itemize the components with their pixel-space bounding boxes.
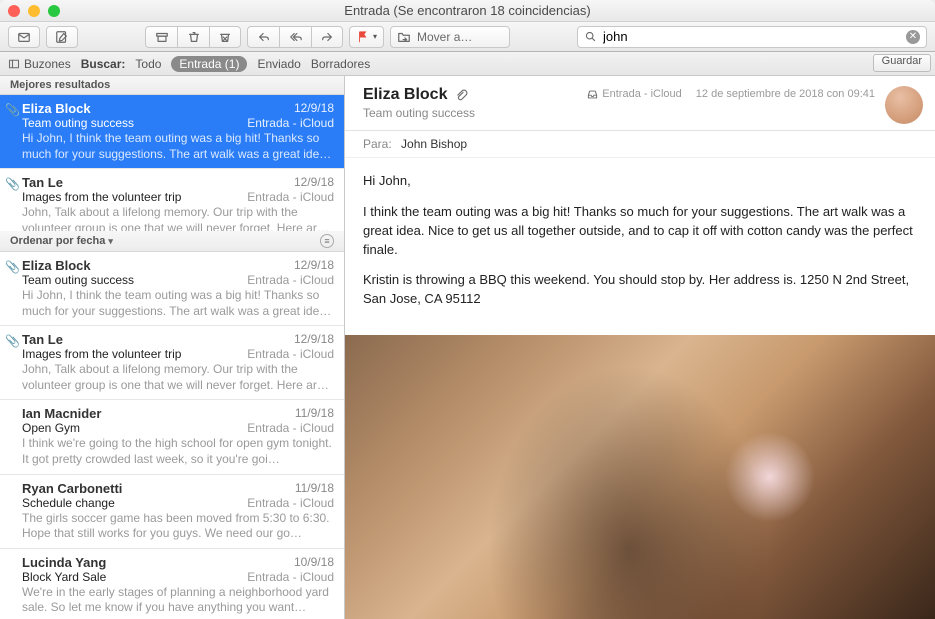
window-title: Entrada (Se encontraron 18 coincidencias… <box>0 3 935 18</box>
delete-button[interactable] <box>177 26 209 48</box>
junk-delete-group <box>145 26 241 48</box>
message-subject: Images from the volunteer trip <box>22 190 181 204</box>
minimize-window-button[interactable] <box>28 5 40 17</box>
message-row[interactable]: Ryan Carbonetti 11/9/18 Schedule change Ent… <box>0 475 344 549</box>
message-mailbox: Entrada - iCloud <box>247 116 334 130</box>
message-preview: John, Talk about a lifelong memory. Our … <box>22 205 334 231</box>
toolbar: ▾ Mover a… ✕ <box>0 22 935 52</box>
message-subject: Block Yard Sale <box>22 570 106 584</box>
reader-pane: Eliza Block Team outing success Entrada … <box>345 76 935 619</box>
attachment-icon <box>455 89 468 102</box>
search-field[interactable]: ✕ <box>577 26 927 48</box>
sender-avatar <box>885 86 923 124</box>
message-row[interactable]: 📎Tan Le 12/9/18 Images from the volunteer … <box>0 169 344 231</box>
message-date: 11/9/18 <box>295 406 334 421</box>
search-filter-bar: Buzones Buscar: Todo Entrada (1) Enviado… <box>0 52 935 76</box>
message-date: 12/9/18 <box>294 175 334 190</box>
message-subject: Team outing success <box>22 273 134 287</box>
maximize-window-button[interactable] <box>48 5 60 17</box>
scope-inbox[interactable]: Entrada (1) <box>171 56 247 72</box>
message-list-pane: Mejores resultados 📎Eliza Block12/9/18Te… <box>0 76 345 619</box>
message-sender: Ryan Carbonetti <box>22 481 122 496</box>
get-mail-button[interactable] <box>8 26 40 48</box>
message-row[interactable]: Lucinda Yang 10/9/18 Block Yard Sale Entrad… <box>0 549 344 619</box>
message-date: 12/9/18 <box>294 332 334 347</box>
message-mailbox: Entrada - iCloud <box>247 570 334 584</box>
message-date: 12/9/18 <box>294 258 334 273</box>
reply-all-button[interactable] <box>279 26 311 48</box>
reply-button[interactable] <box>247 26 279 48</box>
message-preview: I think we're going to the high school f… <box>22 436 334 467</box>
reader-body: Hi John, I think the team outing was a b… <box>345 158 935 335</box>
message-preview: The girls soccer game has been moved fro… <box>22 511 334 542</box>
message-row[interactable]: Ian Macnider 11/9/18 Open Gym Entrada - iCl… <box>0 400 344 474</box>
message-sender: Tan Le <box>22 332 63 347</box>
search-scope-label: Buscar: <box>81 57 126 71</box>
message-preview: John, Talk about a lifelong memory. Our … <box>22 362 334 393</box>
reader-datetime: 12 de septiembre de 2018 con 09:41 <box>696 88 875 100</box>
attachment-icon: 📎 <box>5 260 20 274</box>
attachment-icon: 📎 <box>5 177 20 191</box>
message-mailbox: Entrada - iCloud <box>247 496 334 510</box>
junk-button[interactable] <box>209 26 241 48</box>
message-row[interactable]: 📎Eliza Block 12/9/18 Team outing success En… <box>0 95 344 169</box>
reader-to-value: John Bishop <box>401 137 467 151</box>
chevron-down-icon: ▾ <box>108 236 113 246</box>
search-icon <box>584 30 597 43</box>
message-subject: Images from the volunteer trip <box>22 347 181 361</box>
message-sender: Lucinda Yang <box>22 555 106 570</box>
forward-button[interactable] <box>311 26 343 48</box>
search-input[interactable] <box>603 29 900 44</box>
close-window-button[interactable] <box>8 5 20 17</box>
scope-drafts[interactable]: Borradores <box>311 57 370 71</box>
compose-button[interactable] <box>46 26 78 48</box>
message-mailbox: Entrada - iCloud <box>247 190 334 204</box>
scope-all[interactable]: Todo <box>135 57 161 71</box>
message-sender: Eliza Block <box>22 101 91 116</box>
save-search-button[interactable]: Guardar <box>873 54 931 72</box>
message-subject: Team outing success <box>22 116 134 130</box>
message-preview: Hi John, I think the team outing was a b… <box>22 288 334 319</box>
message-subject: Schedule change <box>22 496 115 510</box>
reader-mailbox: Entrada - iCloud <box>587 88 682 100</box>
message-date: 12/9/18 <box>294 101 334 116</box>
inbox-icon <box>587 89 598 100</box>
reader-to-row: Para: John Bishop <box>345 131 935 158</box>
reader-subject: Team outing success <box>363 106 919 120</box>
email-image-attachment <box>345 335 935 619</box>
message-mailbox: Entrada - iCloud <box>247 421 334 435</box>
message-sender: Tan Le <box>22 175 63 190</box>
message-preview: Hi John, I think the team outing was a b… <box>22 131 334 162</box>
message-row[interactable]: 📎Tan Le 12/9/18 Images from the volunteer … <box>0 326 344 400</box>
mailboxes-toggle[interactable]: Buzones <box>8 57 71 71</box>
sidebar-icon <box>8 58 20 70</box>
sort-header[interactable]: Ordenar por fecha ▾ ≡ <box>0 231 344 252</box>
message-sender: Eliza Block <box>22 258 91 273</box>
archive-button[interactable] <box>145 26 177 48</box>
message-mailbox: Entrada - iCloud <box>247 273 334 287</box>
attachment-icon: 📎 <box>5 334 20 348</box>
message-sender: Ian Macnider <box>22 406 101 421</box>
window-controls <box>8 5 60 17</box>
attachment-icon: 📎 <box>5 103 20 117</box>
message-row[interactable]: 📎Eliza Block 12/9/18 Team outing success En… <box>0 252 344 326</box>
scope-sent[interactable]: Enviado <box>257 57 300 71</box>
message-mailbox: Entrada - iCloud <box>247 347 334 361</box>
message-preview: We're in the early stages of planning a … <box>22 585 334 616</box>
reply-group <box>247 26 343 48</box>
clear-search-button[interactable]: ✕ <box>906 30 920 44</box>
move-to-button[interactable]: Mover a… <box>390 26 510 48</box>
top-hits-header: Mejores resultados <box>0 76 344 95</box>
message-subject: Open Gym <box>22 421 80 435</box>
move-to-label: Mover a… <box>417 30 472 44</box>
titlebar: Entrada (Se encontraron 18 coincidencias… <box>0 0 935 22</box>
reader-header: Eliza Block Team outing success Entrada … <box>345 76 935 131</box>
sort-menu-icon[interactable]: ≡ <box>320 234 334 248</box>
message-date: 10/9/18 <box>294 555 334 570</box>
flag-button[interactable]: ▾ <box>349 26 384 48</box>
message-date: 11/9/18 <box>295 481 334 496</box>
